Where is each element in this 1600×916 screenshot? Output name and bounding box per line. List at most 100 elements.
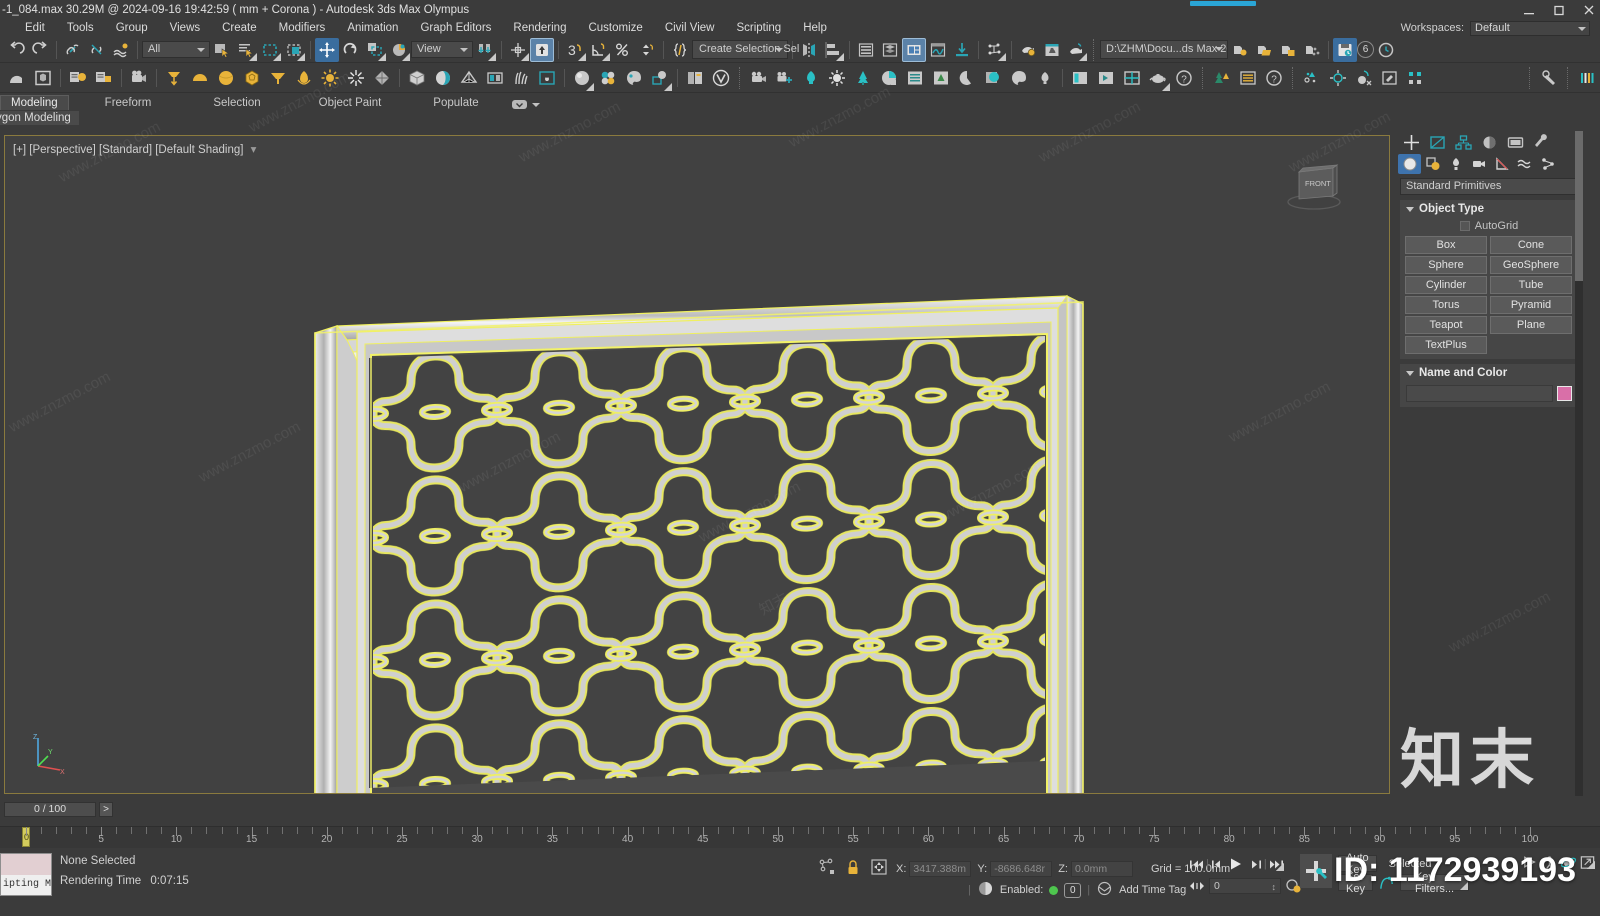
spinner-snap-toggle-icon[interactable] xyxy=(635,38,659,62)
help-icon[interactable]: ? xyxy=(1171,64,1197,92)
z-coordinate-field[interactable]: Z: 0.0mm xyxy=(1058,860,1133,877)
curve-editor-icon[interactable] xyxy=(926,38,950,62)
minimize-icon[interactable] xyxy=(1522,3,1536,17)
auto-key-big-button[interactable] xyxy=(1300,854,1332,888)
project-folder-dropdown[interactable]: D:\ZHM\Docu...ds Max 2024 xyxy=(1100,40,1228,59)
menu-item-civil-view[interactable]: Civil View xyxy=(654,21,726,35)
maximize-icon[interactable] xyxy=(1552,3,1566,17)
pyramid-object-icon[interactable] xyxy=(456,64,482,92)
autogrid-checkbox[interactable] xyxy=(1459,221,1470,231)
corona-light-icon[interactable] xyxy=(798,64,824,92)
tab-modeling[interactable]: Modeling xyxy=(0,95,69,110)
plane-button[interactable]: Plane xyxy=(1490,316,1572,334)
corona-proxy-icon[interactable] xyxy=(876,64,902,92)
command-panel-scrollbar[interactable] xyxy=(1575,131,1583,796)
free-light-icon[interactable] xyxy=(265,64,291,92)
material-sphere-icon[interactable] xyxy=(430,64,456,92)
arc-rotate-icon[interactable] xyxy=(4,64,30,92)
forest-color-icon[interactable] xyxy=(1209,64,1235,92)
color-bars-icon[interactable] xyxy=(1574,64,1600,92)
selection-lock-group-icon[interactable] xyxy=(818,858,840,879)
map-browser-icon[interactable] xyxy=(647,64,673,92)
corona-sun-icon[interactable] xyxy=(824,64,850,92)
set-key-button[interactable]: Set Key xyxy=(1338,871,1373,895)
time-configuration-icon[interactable] xyxy=(977,880,994,900)
scene-explorer-icon[interactable] xyxy=(878,38,902,62)
current-frame-input[interactable]: 0 ↕ xyxy=(1209,878,1281,894)
key-filters-button[interactable]: Key Filters... xyxy=(1399,871,1470,895)
tab-populate[interactable]: Populate xyxy=(423,96,488,110)
compact-material-editor-icon[interactable] xyxy=(569,64,595,92)
absolute-relative-toggle-icon[interactable] xyxy=(870,858,890,879)
view-cube[interactable]: FRONT xyxy=(1281,158,1347,213)
bind-to-space-warp-icon[interactable] xyxy=(109,38,133,62)
x-coordinate-field[interactable]: X: 3417.388m xyxy=(896,860,972,877)
box-object-icon[interactable] xyxy=(30,64,56,92)
cube-helper-icon[interactable] xyxy=(404,64,430,92)
menu-item-rendering[interactable]: Rendering xyxy=(502,21,577,35)
key-tangent-icon[interactable] xyxy=(1378,875,1395,891)
geosphere-object-icon[interactable] xyxy=(239,64,265,92)
autogrid-row[interactable]: AutoGrid xyxy=(1400,218,1578,236)
maxscript-input-pane[interactable]: ipting Mi xyxy=(1,875,51,895)
open-folder-icon[interactable] xyxy=(1252,38,1276,62)
color-swatches-icon[interactable] xyxy=(595,64,621,92)
tab-object-paint[interactable]: Object Paint xyxy=(309,96,392,110)
ribbon-minimize-icon[interactable] xyxy=(511,99,528,110)
scrollbar-thumb[interactable] xyxy=(1575,131,1583,281)
primitive-category-dropdown[interactable]: Standard Primitives xyxy=(1400,178,1578,195)
fire-effect-icon[interactable] xyxy=(534,64,560,92)
scene-converter-icon[interactable] xyxy=(1228,38,1252,62)
light-lister-icon[interactable] xyxy=(65,64,91,92)
y-coordinate-field[interactable]: Y: -8686.648r xyxy=(977,860,1053,877)
select-and-place-icon[interactable] xyxy=(387,38,411,62)
close-icon[interactable] xyxy=(1582,3,1596,17)
rectangular-selection-region-icon[interactable] xyxy=(258,38,282,62)
add-time-tag-label[interactable]: Add Time Tag xyxy=(1119,884,1186,896)
textplus-button[interactable]: TextPlus xyxy=(1405,336,1487,354)
corona-light-material-icon[interactable] xyxy=(1032,64,1058,92)
selection-lock-toggle-icon[interactable] xyxy=(846,859,864,879)
undo-icon[interactable] xyxy=(4,38,28,62)
restore-file-icon[interactable] xyxy=(1374,38,1398,62)
tab-selection[interactable]: Selection xyxy=(203,96,270,110)
tab-freeform[interactable]: Freeform xyxy=(95,96,162,110)
menu-item-customize[interactable]: Customize xyxy=(577,21,653,35)
maxscript-mini-listener[interactable]: ipting Mi xyxy=(0,853,52,896)
script-tool-icon[interactable] xyxy=(1536,64,1562,92)
dome-light-icon[interactable] xyxy=(187,64,213,92)
array-tool-icon[interactable] xyxy=(1403,64,1429,92)
cone-button[interactable]: Cone xyxy=(1490,236,1572,254)
play-panel-icon[interactable] xyxy=(1093,64,1119,92)
teapot-button[interactable]: Teapot xyxy=(1405,316,1487,334)
utilities-tab[interactable] xyxy=(1528,131,1554,153)
corona-list-icon[interactable] xyxy=(902,64,928,92)
menu-item-animation[interactable]: Animation xyxy=(336,21,409,35)
palette-icon[interactable] xyxy=(621,64,647,92)
next-frame-button[interactable]: > xyxy=(99,801,113,817)
previous-frame-icon[interactable] xyxy=(1210,856,1227,872)
shapes-tab[interactable] xyxy=(1421,154,1444,174)
align-icon[interactable] xyxy=(821,38,845,62)
tube-button[interactable]: Tube xyxy=(1490,276,1572,294)
render-production-icon[interactable] xyxy=(1064,38,1088,62)
torus-button[interactable]: Torus xyxy=(1405,296,1487,314)
corona-camera-add-icon[interactable] xyxy=(772,64,798,92)
mirror-icon[interactable] xyxy=(797,38,821,62)
viewport-layout-icon[interactable] xyxy=(1119,64,1145,92)
percent-snap-toggle-icon[interactable] xyxy=(611,38,635,62)
forest-help-icon[interactable]: ? xyxy=(1261,64,1287,92)
menu-item-group[interactable]: Group xyxy=(105,21,159,35)
menu-item-modifiers[interactable]: Modifiers xyxy=(268,21,337,35)
name-and-color-header[interactable]: Name and Color xyxy=(1400,364,1578,382)
snaps-toggle-icon[interactable]: 3 xyxy=(563,38,587,62)
add-time-tag-icon[interactable] xyxy=(1096,880,1113,900)
window-crossing-toggle-icon[interactable] xyxy=(282,38,306,62)
enabled-status-indicator[interactable] xyxy=(1049,885,1059,895)
lights-tab[interactable] xyxy=(1444,154,1467,174)
randomize-tool-icon[interactable] xyxy=(1351,64,1377,92)
pan-view-icon[interactable] xyxy=(1541,854,1558,870)
sphere-button[interactable]: Sphere xyxy=(1405,256,1487,274)
space-warps-tab[interactable] xyxy=(1513,154,1536,174)
asset-tracking-icon[interactable] xyxy=(1276,38,1300,62)
